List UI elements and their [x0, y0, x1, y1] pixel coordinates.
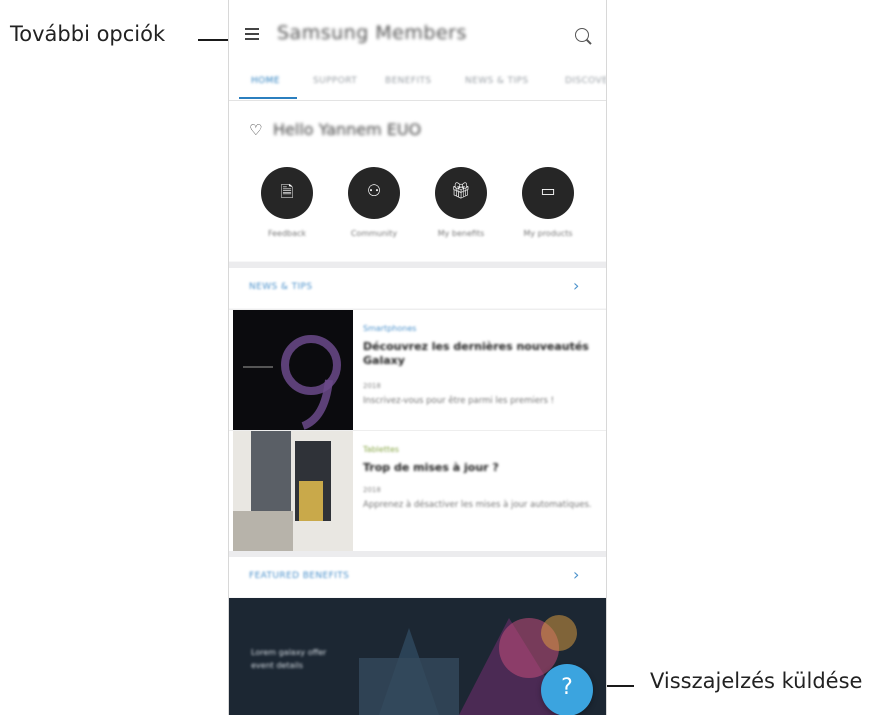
quick-action-label: My benefits	[437, 229, 485, 238]
article-description: Inscrivez-vous pour être parmi les premi…	[363, 396, 554, 406]
article-date: 2018	[363, 486, 381, 494]
feedback-fab-button[interactable]: ?	[541, 664, 593, 715]
devices-icon: ▭	[522, 167, 574, 219]
news-article[interactable]: Smartphones Découvrez les dernières nouv…	[229, 309, 606, 430]
tab-home[interactable]: HOME	[251, 76, 280, 86]
news-article[interactable]: Tablettes Trop de mises à jour ? 2018 Ap…	[229, 430, 606, 551]
heart-person-icon: ♡	[249, 121, 263, 139]
quick-action-label: Feedback	[267, 229, 307, 238]
quick-action-label: My products	[523, 229, 573, 238]
document-icon: 🗎	[261, 167, 313, 219]
tab-active-indicator	[239, 97, 297, 99]
chevron-right-icon: ›	[573, 276, 580, 295]
people-icon: ⚇	[348, 167, 400, 219]
tab-discover[interactable]: DISCOVER	[565, 76, 606, 86]
quick-action-feedback[interactable]: 🗎 Feedback	[249, 167, 325, 238]
banner-text: Lorem galaxy offer event details	[251, 648, 327, 670]
gift-icon: 🎁︎	[435, 167, 487, 219]
chevron-right-icon: ›	[573, 565, 580, 584]
quick-action-community[interactable]: ⚇ Community	[336, 167, 412, 238]
greeting-card: ♡ Hello Yannem EUO 🗎 Feedback ⚇ Communit…	[229, 101, 606, 261]
article-category: Smartphones	[363, 324, 417, 333]
tab-bar: HOME SUPPORT BENEFITS NEWS & TIPS DISCOV…	[229, 68, 606, 101]
quick-action-products[interactable]: ▭ My products	[510, 167, 586, 238]
benefits-section-title: FEATURED BENEFITS	[249, 571, 350, 581]
article-description: Apprenez à désactiver les mises à jour a…	[363, 500, 592, 510]
article-title: Découvrez les dernières nouveautés Galax…	[363, 340, 589, 367]
article-thumbnail	[233, 310, 353, 430]
news-section-header[interactable]: NEWS & TIPS ›	[229, 268, 606, 308]
tab-news-tips[interactable]: NEWS & TIPS	[465, 76, 528, 86]
benefits-section-header[interactable]: FEATURED BENEFITS ›	[229, 557, 606, 597]
greeting-text: Hello Yannem EUO	[273, 120, 422, 139]
callout-more-options: További opciók	[10, 22, 166, 46]
tab-support[interactable]: SUPPORT	[313, 76, 357, 86]
news-section-title: NEWS & TIPS	[249, 282, 313, 292]
hamburger-menu-icon[interactable]	[245, 26, 263, 42]
question-icon: ?	[561, 675, 573, 700]
tab-benefits[interactable]: BENEFITS	[385, 76, 432, 86]
quick-action-benefits[interactable]: 🎁︎ My benefits	[423, 167, 499, 238]
article-title: Trop de mises à jour ?	[363, 461, 499, 474]
app-bar: Samsung Members	[229, 0, 606, 68]
callout-send-feedback: Visszajelzés küldése	[650, 669, 863, 693]
app-title: Samsung Members	[277, 22, 467, 44]
article-date: 2018	[363, 382, 381, 390]
quick-action-label: Community	[350, 229, 398, 238]
article-category: Tablettes	[363, 445, 400, 454]
article-thumbnail	[233, 431, 353, 551]
search-icon[interactable]	[575, 28, 589, 42]
phone-screen: Samsung Members HOME SUPPORT BENEFITS NE…	[228, 0, 607, 715]
